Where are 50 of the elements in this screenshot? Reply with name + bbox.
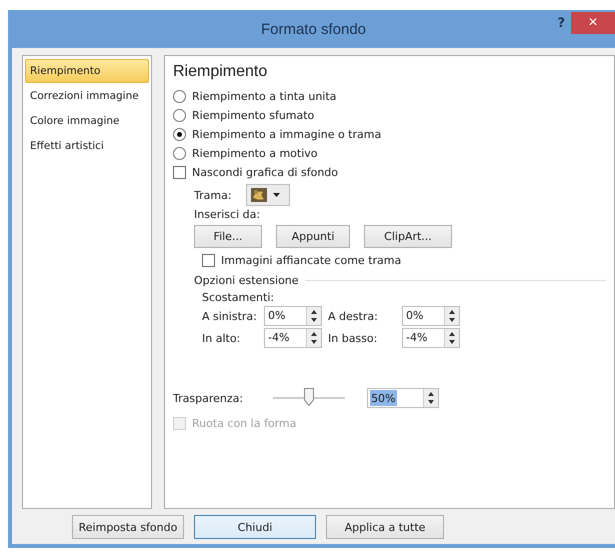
texture-dropdown[interactable] (246, 184, 290, 206)
checkbox[interactable] (173, 166, 186, 179)
checkbox-label: Immagini affiancate come trama (221, 254, 402, 267)
offset-field[interactable]: 0% (402, 306, 460, 326)
insert-label: Inserisci da: (194, 208, 262, 221)
checkbox-label: Nascondi grafica di sfondo (192, 166, 338, 179)
texture-swatch-icon (250, 188, 267, 202)
spin-arrows-icon[interactable] (306, 329, 321, 347)
radio-label: Riempimento a immagine o trama (192, 128, 382, 141)
radio-label: Riempimento a motivo (192, 147, 318, 160)
insert-button[interactable]: File... (194, 225, 262, 248)
transparency-field[interactable]: 50% (367, 388, 440, 408)
radio-button[interactable] (173, 109, 186, 122)
spin-arrows-icon[interactable] (306, 307, 321, 325)
help-button[interactable]: ? (557, 16, 565, 31)
spin-arrows-icon[interactable] (444, 329, 459, 347)
offset-field[interactable]: -4% (264, 328, 322, 348)
texture-label: Trama: (194, 188, 232, 202)
insert-button[interactable]: Appunti (276, 225, 350, 248)
insert-button[interactable]: ClipArt... (364, 225, 452, 248)
radio-label: Riempimento sfumato (192, 109, 314, 122)
dialog-button[interactable]: Reimposta sfondo (72, 515, 184, 539)
spin-arrows-icon[interactable] (444, 307, 459, 325)
offset-label: In alto: (202, 332, 242, 344)
slider-thumb[interactable] (304, 388, 314, 406)
transparency-label: Trasparenza: (173, 392, 244, 404)
group-title: Opzioni estensione (194, 274, 299, 287)
section-heading: Riempimento (173, 63, 268, 81)
sidebar-item[interactable]: Effetti artistici (25, 134, 149, 158)
radio-button[interactable] (173, 90, 186, 103)
sidebar-item[interactable]: Riempimento (25, 59, 149, 83)
checkbox[interactable] (202, 254, 215, 267)
offset-label: In basso: (328, 332, 378, 344)
close-button[interactable]: × (571, 12, 615, 34)
sidebar-item[interactable]: Correzioni immagine (25, 84, 149, 108)
checkbox-label: Ruota con la forma (192, 417, 296, 430)
offsets-label: Scostamenti: (202, 291, 276, 304)
radio-button[interactable] (173, 128, 186, 141)
spin-arrows-icon[interactable] (423, 389, 438, 407)
offset-label: A destra: (328, 310, 379, 322)
offset-label: A sinistra: (202, 310, 258, 322)
radio-label: Riempimento a tinta unita (192, 90, 336, 103)
window-title: Formato sfondo (260, 20, 366, 38)
offset-field[interactable]: 0% (264, 306, 322, 326)
sidebar-item[interactable]: Colore immagine (25, 109, 149, 133)
dropdown-caret-icon (272, 193, 280, 197)
dialog-button[interactable]: Applica a tutte (326, 515, 444, 539)
offset-field[interactable]: -4% (402, 328, 460, 348)
dialog-button[interactable]: Chiudi (194, 515, 316, 539)
radio-button[interactable] (173, 147, 186, 160)
